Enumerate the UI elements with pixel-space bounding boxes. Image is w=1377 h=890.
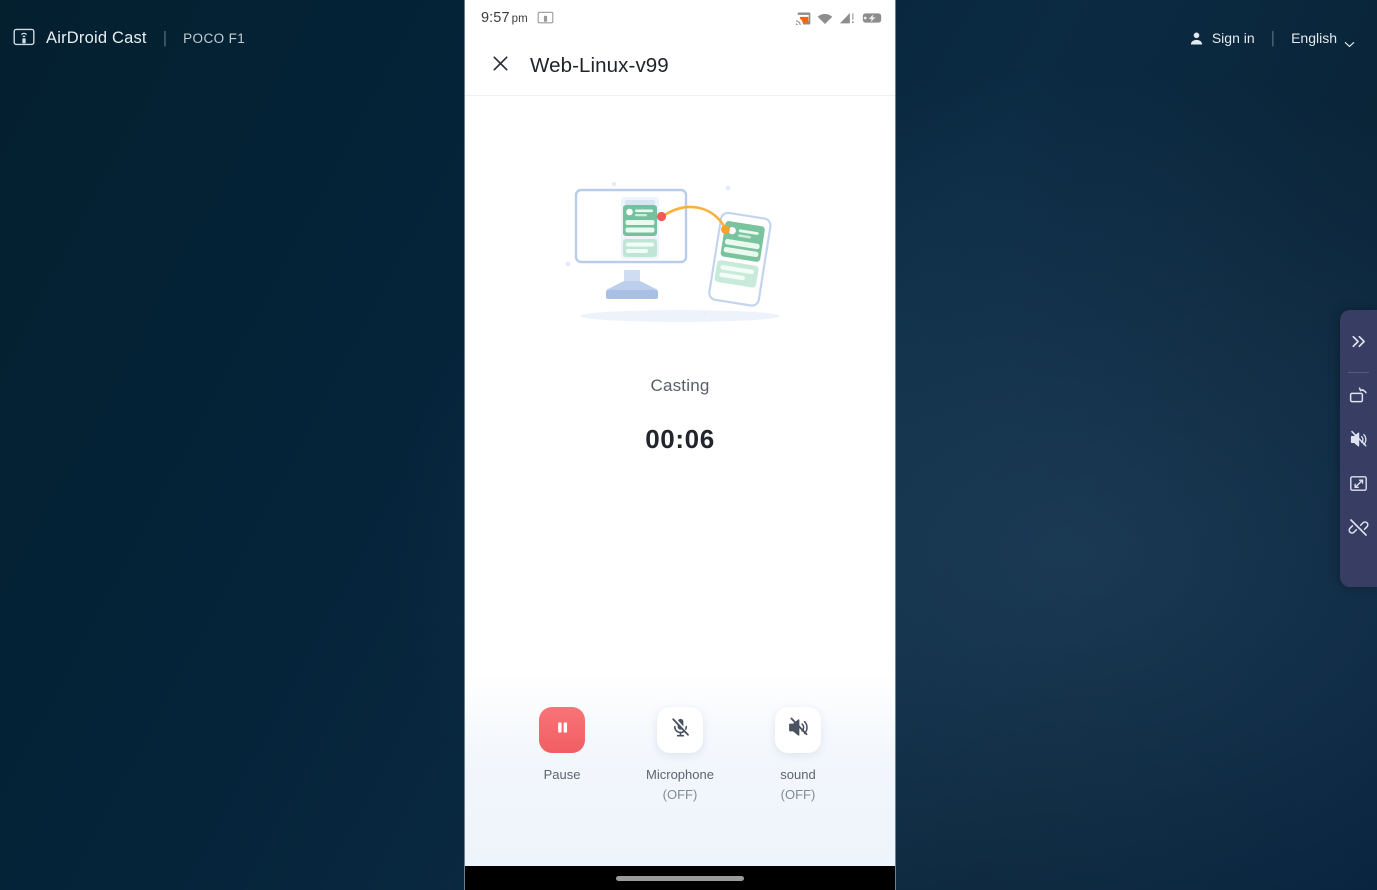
brand: AirDroid Cast | POCO F1 — [12, 26, 245, 50]
pause-button[interactable]: Pause — [503, 707, 621, 787]
casting-timer: 00:06 — [645, 424, 715, 454]
sound-label: sound — [780, 767, 816, 782]
home-indicator[interactable] — [616, 875, 744, 881]
pause-button-surface[interactable] — [539, 707, 585, 753]
phone-mirror-window: 9:57 pm Web-Linux-v99 Casting 00:06 Paus… — [465, 0, 895, 890]
toolbar-expand-button[interactable] — [1340, 322, 1377, 366]
disconnect-icon — [1348, 517, 1369, 543]
cast-screen-icon — [12, 26, 36, 50]
rotate-screen-icon — [1348, 385, 1369, 411]
toolbar-mute-button[interactable] — [1340, 420, 1377, 464]
microphone-button[interactable]: Microphone (OFF) — [621, 707, 739, 802]
microphone-state: (OFF) — [662, 787, 698, 802]
sound-state: (OFF) — [780, 787, 816, 802]
toolbar-fullscreen-button[interactable] — [1340, 464, 1377, 508]
sound-button-surface[interactable] — [775, 707, 821, 753]
speaker-muted-icon — [787, 716, 810, 744]
microphone-muted-icon — [669, 716, 692, 744]
android-nav-bar — [465, 866, 895, 890]
toolbar-disconnect-button[interactable] — [1340, 508, 1377, 552]
top-bar-actions: Sign in | English — [1189, 28, 1355, 48]
desktop-to-phone-casting-illustration — [555, 164, 805, 334]
connected-device-name: POCO F1 — [183, 30, 246, 46]
language-label: English — [1291, 30, 1337, 46]
language-selector[interactable]: English — [1291, 30, 1355, 47]
brand-name: AirDroid Cast — [46, 28, 147, 47]
pause-icon — [553, 718, 572, 742]
sound-button[interactable]: sound (OFF) — [739, 707, 857, 802]
person-icon — [1189, 31, 1204, 46]
floating-toolbar — [1340, 310, 1377, 587]
casting-status-text: Casting — [650, 376, 710, 395]
chevron-down-icon — [1344, 35, 1355, 47]
mirror-content: Casting 00:06 — [465, 96, 895, 674]
fullscreen-icon — [1348, 473, 1369, 499]
topbar-separator: | — [1270, 28, 1276, 47]
brand-separator: | — [162, 28, 168, 47]
desktop-top-bar: AirDroid Cast | POCO F1 Sign in | Englis… — [0, 0, 1377, 76]
microphone-button-surface[interactable] — [657, 707, 703, 753]
speaker-muted-icon — [1348, 429, 1369, 455]
toolbar-divider — [1348, 372, 1369, 373]
sign-in-button[interactable]: Sign in — [1189, 30, 1255, 46]
microphone-label: Microphone — [646, 767, 714, 782]
pause-label: Pause — [543, 767, 581, 782]
toolbar-rotate-button[interactable] — [1340, 376, 1377, 420]
mirror-control-bar: Pause Microphone (OFF) sound (OFF) — [465, 674, 895, 866]
sign-in-label: Sign in — [1211, 30, 1255, 46]
double-chevron-right-icon — [1349, 332, 1368, 356]
